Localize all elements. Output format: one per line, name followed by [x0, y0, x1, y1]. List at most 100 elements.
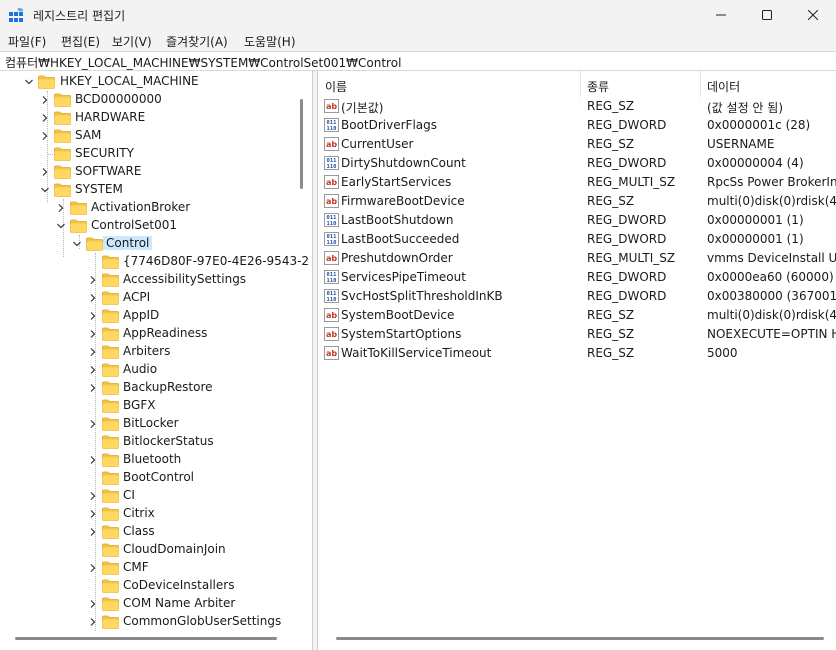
- chevron-right-icon[interactable]: [88, 365, 98, 375]
- chevron-right-icon[interactable]: [88, 311, 98, 321]
- chevron-right-icon[interactable]: [88, 419, 98, 429]
- key-tree-pane[interactable]: HKEY_LOCAL_MACHINE BCD00000000 HARDWARE SAM…: [0, 71, 313, 650]
- column-header-type[interactable]: 종류: [580, 71, 700, 97]
- tree-node[interactable]: CI: [0, 487, 296, 505]
- menu-edit[interactable]: 편집(E): [61, 33, 100, 50]
- tree-node[interactable]: BGFX: [0, 397, 296, 415]
- tree-node[interactable]: Audio: [0, 361, 296, 379]
- tree-node[interactable]: BackupRestore: [0, 379, 296, 397]
- value-list-pane[interactable]: 이름 종류 데이터 ab (기본값) REG_SZ (값 설정 안 됨) 011 110 B…: [317, 71, 836, 650]
- tree-node[interactable]: BitlockerStatus: [0, 433, 296, 451]
- value-row[interactable]: 011 110 LastBootSucceeded REG_DWORD 0x000000…: [318, 230, 836, 249]
- chevron-right-icon[interactable]: [88, 293, 98, 303]
- value-name: ServicesPipeTimeout: [341, 270, 466, 284]
- menu-file[interactable]: 파일(F): [8, 33, 46, 50]
- value-row[interactable]: ab PreshutdownOrder REG_MULTI_SZ vmms Devic…: [318, 249, 836, 268]
- tree-node[interactable]: CommonGlobUserSettings: [0, 613, 296, 631]
- tree-node[interactable]: BootControl: [0, 469, 296, 487]
- address-bar[interactable]: 컴퓨터₩HKEY_LOCAL_MACHINE₩SYSTEM₩ControlSet…: [0, 51, 836, 71]
- tree-node[interactable]: SECURITY: [0, 145, 296, 163]
- tree-vertical-scrollbar[interactable]: [298, 71, 304, 629]
- value-row[interactable]: 011 110 SvcHostSplitThresholdInKB REG_DWORD…: [318, 287, 836, 306]
- chevron-right-icon[interactable]: [88, 383, 98, 393]
- chevron-right-icon[interactable]: [56, 203, 66, 213]
- value-row[interactable]: 011 110 BootDriverFlags REG_DWORD 0x0000001c…: [318, 116, 836, 135]
- tree-node[interactable]: Citrix: [0, 505, 296, 523]
- chevron-right-icon[interactable]: [88, 599, 98, 609]
- tree-node[interactable]: SYSTEM: [0, 181, 296, 199]
- tree-node[interactable]: COM Name Arbiter: [0, 595, 296, 613]
- menu-view[interactable]: 보기(V): [112, 33, 152, 50]
- tree-node[interactable]: BCD00000000: [0, 91, 296, 109]
- chevron-right-icon[interactable]: [40, 167, 50, 177]
- maximize-button[interactable]: [744, 0, 790, 30]
- tree-node[interactable]: BitLocker: [0, 415, 296, 433]
- menu-favorites[interactable]: 즐겨찾기(A): [166, 33, 228, 50]
- chevron-right-icon[interactable]: [40, 95, 50, 105]
- value-row[interactable]: ab SystemBootDevice REG_SZ multi(0)disk(0)r…: [318, 306, 836, 325]
- value-row[interactable]: ab CurrentUser REG_SZ USERNAME: [318, 135, 836, 154]
- column-header-data[interactable]: 데이터: [700, 71, 836, 97]
- folder-icon: [102, 471, 119, 485]
- tree-node[interactable]: HARDWARE: [0, 109, 296, 127]
- chevron-right-icon[interactable]: [88, 329, 98, 339]
- tree-node[interactable]: CoDeviceInstallers: [0, 577, 296, 595]
- tree-node[interactable]: ActivationBroker: [0, 199, 296, 217]
- chevron-right-icon[interactable]: [40, 131, 50, 141]
- address-path[interactable]: 컴퓨터₩HKEY_LOCAL_MACHINE₩SYSTEM₩ControlSet…: [5, 54, 401, 71]
- value-row[interactable]: ab (기본값) REG_SZ (값 설정 안 됨): [318, 97, 836, 116]
- tree-node-label: ACPI: [123, 290, 151, 304]
- string-value-icon: ab: [324, 194, 339, 208]
- tree-node[interactable]: ControlSet001: [0, 217, 296, 235]
- tree-node[interactable]: SAM: [0, 127, 296, 145]
- chevron-down-icon[interactable]: [56, 221, 66, 231]
- value-row[interactable]: ab WaitToKillServiceTimeout REG_SZ 5000: [318, 344, 836, 363]
- chevron-right-icon[interactable]: [88, 347, 98, 357]
- tree-node[interactable]: Arbiters: [0, 343, 296, 361]
- chevron-right-icon[interactable]: [88, 563, 98, 573]
- menu-help[interactable]: 도움말(H): [244, 33, 296, 50]
- tree-vertical-scroll-thumb[interactable]: [300, 99, 303, 189]
- value-row[interactable]: 011 110 LastBootShutdown REG_DWORD 0x0000000…: [318, 211, 836, 230]
- minimize-button[interactable]: [698, 0, 744, 30]
- tree-node[interactable]: SOFTWARE: [0, 163, 296, 181]
- close-button[interactable]: [790, 0, 836, 30]
- tree-node[interactable]: CMF: [0, 559, 296, 577]
- chevron-down-icon[interactable]: [40, 185, 50, 195]
- value-row[interactable]: ab FirmwareBootDevice REG_SZ multi(0)disk(0…: [318, 192, 836, 211]
- chevron-right-icon[interactable]: [88, 275, 98, 285]
- chevron-right-icon[interactable]: [88, 509, 98, 519]
- column-header-name[interactable]: 이름: [318, 71, 580, 97]
- tree-node[interactable]: Control: [0, 235, 296, 253]
- list-horizontal-scrollbar[interactable]: [318, 631, 836, 647]
- tree-node[interactable]: {7746D80F-97E0-4E26-9543-2: [0, 253, 309, 271]
- tree-node[interactable]: ACPI: [0, 289, 296, 307]
- chevron-right-icon[interactable]: [88, 527, 98, 537]
- chevron-right-icon[interactable]: [88, 491, 98, 501]
- tree-node[interactable]: AppReadiness: [0, 325, 296, 343]
- folder-icon: [102, 489, 119, 503]
- tree-node[interactable]: AccessibilitySettings: [0, 271, 296, 289]
- chevron-right-icon[interactable]: [88, 455, 98, 465]
- value-type: REG_SZ: [587, 194, 635, 208]
- chevron-down-icon[interactable]: [24, 77, 34, 87]
- folder-icon: [102, 597, 119, 611]
- chevron-down-icon[interactable]: [72, 239, 82, 249]
- tree-node[interactable]: AppID: [0, 307, 296, 325]
- tree-node[interactable]: Class: [0, 523, 296, 541]
- value-row[interactable]: ab EarlyStartServices REG_MULTI_SZ RpcSs Po…: [318, 173, 836, 192]
- tree-horizontal-scroll-thumb[interactable]: [15, 637, 277, 640]
- tree-node[interactable]: Bluetooth: [0, 451, 296, 469]
- folder-icon: [102, 399, 119, 413]
- column-header-type-label: 종류: [587, 80, 610, 94]
- value-row[interactable]: 011 110 DirtyShutdownCount REG_DWORD 0x00000…: [318, 154, 836, 173]
- list-horizontal-scroll-thumb[interactable]: [336, 637, 824, 640]
- tree-node[interactable]: CloudDomainJoin: [0, 541, 296, 559]
- tree-node[interactable]: HKEY_LOCAL_MACHINE: [0, 73, 296, 91]
- value-row[interactable]: 011 110 ServicesPipeTimeout REG_DWORD 0x0000…: [318, 268, 836, 287]
- chevron-right-icon[interactable]: [40, 113, 50, 123]
- tree-horizontal-scrollbar[interactable]: [0, 631, 312, 647]
- chevron-right-icon[interactable]: [88, 617, 98, 627]
- folder-icon: [102, 273, 119, 287]
- value-row[interactable]: ab SystemStartOptions REG_SZ NOEXECUTE=OPT…: [318, 325, 836, 344]
